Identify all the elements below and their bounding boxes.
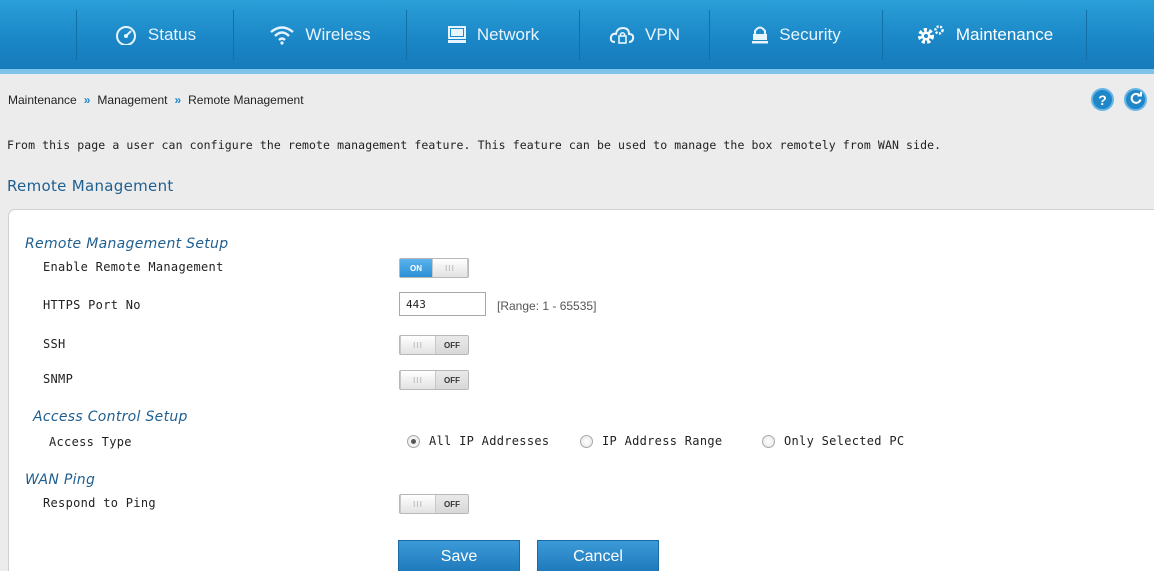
- help-button[interactable]: ?: [1091, 88, 1114, 111]
- breadcrumb-separator: »: [174, 93, 182, 107]
- nav-vpn-label: VPN: [645, 24, 680, 44]
- access-control-setup-heading: Access Control Setup: [33, 409, 188, 425]
- access-type-ip-range[interactable]: IP Address Range: [580, 434, 722, 448]
- enable-remote-management-toggle[interactable]: ON III: [399, 258, 469, 278]
- access-type-label: Access Type: [49, 435, 132, 449]
- save-button[interactable]: Save: [398, 540, 520, 571]
- toggle-grip-icon: III: [400, 336, 436, 354]
- wan-ping-heading: WAN Ping: [25, 472, 96, 488]
- nav-maintenance-label: Maintenance: [955, 24, 1054, 44]
- radio-button-selected[interactable]: [407, 434, 420, 448]
- top-navigation: Status Wireless Network VPN Security Mai…: [0, 0, 1154, 74]
- nav-security[interactable]: Security: [710, 0, 882, 69]
- breadcrumb: Maintenance » Management » Remote Manage…: [8, 93, 304, 107]
- access-type-all-ip[interactable]: All IP Addresses: [407, 434, 549, 448]
- access-type-selected-pc[interactable]: Only Selected PC: [762, 434, 904, 448]
- access-type-selected-pc-label: Only Selected PC: [784, 434, 905, 448]
- toggle-on-label: ON: [400, 259, 432, 277]
- https-port-range-hint: [Range: 1 - 65535]: [497, 299, 597, 313]
- radio-button[interactable]: [762, 434, 775, 448]
- nav-divider: [1086, 10, 1087, 60]
- toggle-off-label: OFF: [436, 336, 468, 354]
- wifi-icon: [269, 25, 295, 45]
- toggle-off-label: OFF: [436, 495, 468, 513]
- nav-vpn[interactable]: VPN: [580, 0, 709, 69]
- toggle-off-label: OFF: [436, 371, 468, 389]
- nav-wireless[interactable]: Wireless: [234, 0, 406, 69]
- snmp-toggle[interactable]: III OFF: [399, 370, 469, 390]
- refresh-button[interactable]: [1124, 88, 1147, 111]
- respond-to-ping-toggle[interactable]: III OFF: [399, 494, 469, 514]
- help-icon: ?: [1098, 91, 1107, 108]
- cloud-lock-icon: [609, 25, 635, 45]
- page-title: Remote Management: [7, 177, 174, 195]
- enable-remote-management-label: Enable Remote Management: [43, 260, 224, 274]
- nav-status[interactable]: Status: [77, 0, 233, 69]
- https-port-input[interactable]: [399, 292, 486, 316]
- lock-icon: [751, 25, 769, 45]
- nav-maintenance[interactable]: Maintenance: [883, 0, 1086, 69]
- breadcrumb-separator: »: [83, 93, 91, 107]
- toggle-grip-icon: III: [400, 371, 436, 389]
- respond-to-ping-label: Respond to Ping: [43, 496, 156, 510]
- refresh-icon: [1129, 91, 1143, 108]
- monitor-icon: [447, 25, 467, 45]
- nav-wireless-label: Wireless: [305, 24, 371, 44]
- ssh-toggle[interactable]: III OFF: [399, 335, 469, 355]
- breadcrumb-remote-management: Remote Management: [188, 93, 304, 107]
- breadcrumb-management[interactable]: Management: [97, 93, 167, 107]
- radio-button[interactable]: [580, 434, 593, 448]
- nav-security-label: Security: [779, 24, 841, 44]
- toggle-grip-icon: III: [432, 259, 468, 277]
- remote-management-setup-heading: Remote Management Setup: [25, 236, 229, 252]
- nav-network-label: Network: [476, 24, 540, 44]
- toggle-grip-icon: III: [400, 495, 436, 513]
- access-type-ip-range-label: IP Address Range: [602, 434, 723, 448]
- nav-status-label: Status: [147, 24, 197, 44]
- nav-network[interactable]: Network: [407, 0, 579, 69]
- breadcrumb-maintenance[interactable]: Maintenance: [8, 93, 77, 107]
- ssh-label: SSH: [43, 337, 66, 351]
- gauge-icon: [114, 25, 138, 45]
- snmp-label: SNMP: [43, 372, 74, 386]
- cancel-button[interactable]: Cancel: [537, 540, 659, 571]
- gears-icon: [916, 24, 946, 46]
- page-description: From this page a user can configure the …: [7, 138, 942, 152]
- https-port-label: HTTPS Port No: [43, 298, 141, 312]
- access-type-all-ip-label: All IP Addresses: [429, 434, 550, 448]
